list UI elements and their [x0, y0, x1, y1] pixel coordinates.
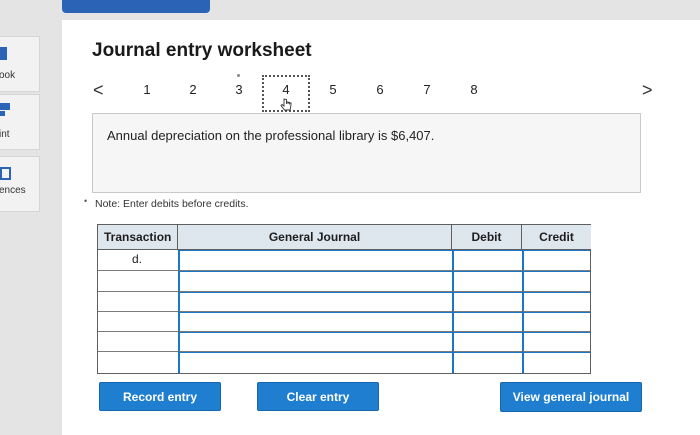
- debit-input[interactable]: [452, 292, 522, 311]
- step-1[interactable]: 1: [140, 82, 154, 97]
- account-input[interactable]: [178, 250, 452, 270]
- debit-input[interactable]: [452, 250, 522, 270]
- step-8[interactable]: 8: [467, 82, 481, 97]
- sidebar: ook int ences: [0, 36, 40, 236]
- sidebar-item-label: ences: [0, 185, 26, 196]
- credit-input[interactable]: [522, 332, 590, 351]
- view-general-journal-button[interactable]: View general journal: [500, 382, 642, 412]
- sidebar-item-ebook[interactable]: ook: [0, 36, 40, 92]
- record-entry-button[interactable]: Record entry: [99, 382, 221, 411]
- credit-input[interactable]: [522, 292, 590, 311]
- account-input[interactable]: [178, 312, 452, 331]
- account-input[interactable]: [178, 271, 452, 291]
- credit-input[interactable]: [522, 250, 590, 270]
- credit-input[interactable]: [522, 271, 590, 291]
- note-bullet: •: [84, 196, 88, 206]
- credit-input[interactable]: [522, 312, 590, 331]
- print-icon: [0, 103, 12, 122]
- step-7[interactable]: 7: [420, 82, 434, 97]
- sidebar-item-print[interactable]: int: [0, 94, 40, 150]
- credit-input[interactable]: [522, 352, 590, 373]
- step-6[interactable]: 6: [373, 82, 387, 97]
- step-2[interactable]: 2: [186, 82, 200, 97]
- account-input[interactable]: [178, 332, 452, 351]
- page-title: Journal entry worksheet: [92, 40, 312, 61]
- account-input[interactable]: [178, 352, 452, 373]
- book-icon: [0, 47, 10, 66]
- step-4-current[interactable]: 4: [262, 75, 310, 112]
- instruction-box: Annual depreciation on the professional …: [92, 113, 641, 193]
- prev-step-button[interactable]: <: [93, 80, 104, 101]
- sidebar-item-label: int: [0, 129, 10, 140]
- top-tab-bar: [62, 0, 210, 13]
- column-header-general-journal: General Journal: [178, 225, 452, 250]
- step-4-label: 4: [282, 82, 290, 97]
- column-header-debit: Debit: [452, 225, 522, 250]
- debit-input[interactable]: [452, 312, 522, 331]
- step-5[interactable]: 5: [326, 82, 340, 97]
- step-3-status-dot: [237, 74, 240, 77]
- references-icon: [0, 167, 12, 186]
- journal-table: Transaction General Journal Debit Credit…: [97, 224, 591, 374]
- debit-input[interactable]: [452, 332, 522, 351]
- instruction-text: Annual depreciation on the professional …: [107, 128, 435, 143]
- transaction-label: d.: [132, 252, 143, 266]
- column-header-credit: Credit: [522, 225, 591, 250]
- column-header-transaction: Transaction: [98, 225, 178, 250]
- debit-input[interactable]: [452, 271, 522, 291]
- next-step-button[interactable]: >: [642, 80, 653, 101]
- sidebar-item-references[interactable]: ences: [0, 156, 40, 212]
- account-input[interactable]: [178, 292, 452, 311]
- clear-entry-button[interactable]: Clear entry: [257, 382, 379, 411]
- debit-input[interactable]: [452, 352, 522, 373]
- step-3[interactable]: 3: [232, 82, 246, 97]
- sidebar-item-label: ook: [0, 70, 16, 81]
- note-text: Note: Enter debits before credits.: [95, 198, 249, 210]
